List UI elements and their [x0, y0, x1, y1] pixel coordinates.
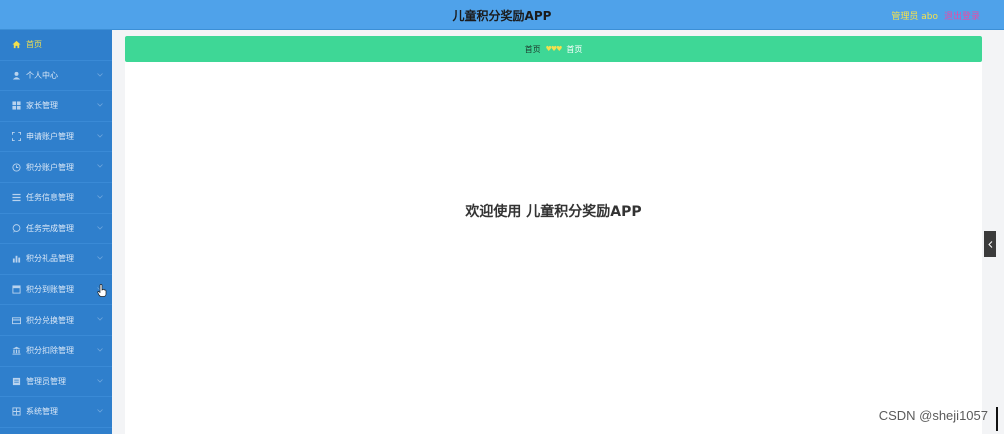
user-icon [12, 71, 21, 80]
chevron-down-icon [97, 195, 103, 199]
breadcrumb: 首页 ♥♥♥ 首页 [125, 36, 982, 62]
app-title: 儿童积分奖励APP [452, 9, 552, 23]
chat-icon [12, 224, 21, 233]
sidebar-item-label: 家长管理 [26, 101, 58, 111]
side-panel-toggle[interactable] [984, 231, 996, 257]
breadcrumb-current: 首页 [566, 44, 583, 54]
sidebar-item-admin-management[interactable]: 管理员管理 [0, 367, 112, 398]
sidebar-item-task-completion[interactable]: 任务完成管理 [0, 214, 112, 245]
sidebar-item-system-management[interactable]: 系统管理 [0, 397, 112, 428]
chevron-down-icon [97, 103, 103, 107]
breadcrumb-home[interactable]: 首页 [525, 44, 541, 55]
sidebar-item-label: 任务完成管理 [26, 223, 74, 233]
sidebar-item-label: 积分兑换管理 [26, 315, 74, 325]
csdn-watermark: CSDN @sheji1057 [878, 408, 988, 423]
sidebar-item-personal-center[interactable]: 个人中心 [0, 61, 112, 92]
sidebar-item-points-exchange[interactable]: 积分兑换管理 [0, 305, 112, 336]
chevron-down-icon [97, 164, 103, 168]
top-header: 儿童积分奖励APP 管理员 abo 退出登录 [0, 0, 1004, 30]
sidebar-item-parent-management[interactable]: 家长管理 [0, 91, 112, 122]
sidebar-item-points-arrival[interactable]: 积分到账管理 [0, 275, 112, 306]
sidebar: 首页 个人中心 家长管理 申请账户管理 积分账户管理 任务信息管理 任务完成管理… [0, 30, 112, 434]
sidebar-item-label: 系统管理 [26, 407, 58, 417]
card-icon [12, 316, 21, 325]
sidebar-item-label: 积分礼品管理 [26, 254, 74, 264]
sidebar-item-label: 首页 [26, 40, 42, 50]
sidebar-item-label: 申请账户管理 [26, 132, 74, 142]
admin-username: 管理员 abo [891, 12, 938, 22]
chevron-down-icon [97, 409, 103, 413]
sidebar-item-points-account[interactable]: 积分账户管理 [0, 152, 112, 183]
welcome-message: 欢迎使用 儿童积分奖励APP [465, 204, 642, 220]
sidebar-item-label: 任务信息管理 [26, 193, 74, 203]
chevron-down-icon [97, 378, 103, 383]
main-content [125, 36, 982, 434]
sidebar-item-points-gift[interactable]: 积分礼品管理 [0, 244, 112, 275]
bar-chart-icon [12, 254, 21, 264]
chevron-down-icon [97, 348, 103, 352]
chevron-down-icon [97, 133, 103, 138]
text-cursor [996, 407, 998, 431]
bank-icon [12, 346, 21, 355]
frame-icon [12, 132, 21, 142]
sidebar-item-label: 积分到账管理 [26, 285, 74, 295]
chevron-down-icon [97, 317, 103, 321]
sidebar-item-home[interactable]: 首页 [0, 30, 112, 61]
sidebar-item-label: 积分账户管理 [26, 162, 74, 172]
chevron-down-icon [97, 225, 103, 230]
home-icon [12, 40, 21, 49]
sidebar-item-label: 积分扣除管理 [26, 346, 74, 356]
hand-cursor-icon [97, 284, 107, 297]
grid-icon [12, 101, 21, 111]
sidebar-item-points-deduction[interactable]: 积分扣除管理 [0, 336, 112, 367]
list-icon [12, 193, 21, 202]
sidebar-item-label: 个人中心 [26, 70, 58, 80]
logout-link[interactable]: 退出登录 [944, 9, 980, 22]
doc-icon [12, 377, 21, 386]
chevron-down-icon [97, 72, 103, 77]
sidebar-item-label: 管理员管理 [26, 376, 66, 386]
clock-icon [12, 163, 21, 172]
chevron-left-icon [987, 240, 992, 248]
sidebar-item-account-application[interactable]: 申请账户管理 [0, 122, 112, 153]
box-icon [12, 285, 21, 294]
chevron-down-icon [97, 256, 103, 260]
heart-separator-icon: ♥♥♥ [545, 45, 563, 53]
sidebar-item-task-info[interactable]: 任务信息管理 [0, 183, 112, 214]
settings-grid-icon [12, 407, 21, 416]
